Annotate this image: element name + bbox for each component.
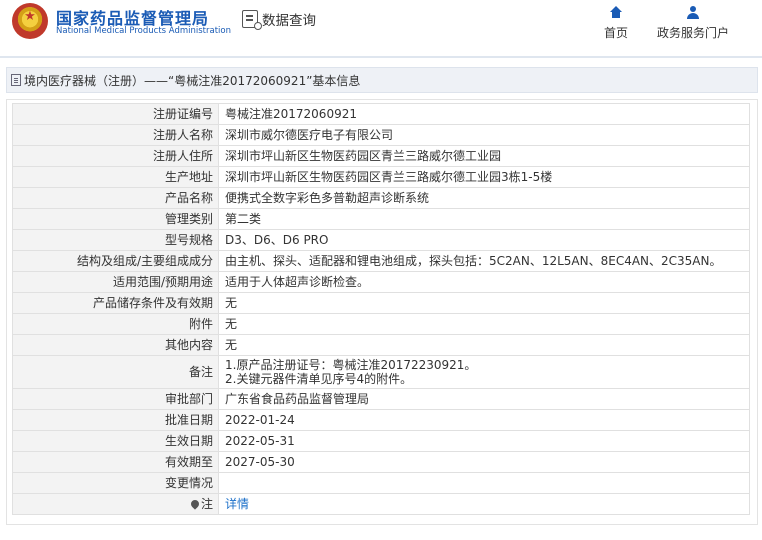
row-label: 结构及组成/主要组成成分: [12, 250, 219, 272]
row-label: 注册人住所: [12, 145, 219, 167]
row-value: 无: [218, 292, 750, 314]
remark-line-2: 2.关键元器件清单见序号4的附件。: [225, 372, 413, 386]
row-value: 由主机、探头、适配器和锂电池组成，探头包括：5C2AN、12L5AN、8EC4A…: [218, 250, 750, 272]
nav-home-label: 首页: [604, 26, 629, 40]
table-row: 产品名称 便携式全数字彩色多普勒超声诊断系统: [12, 187, 750, 209]
data-query-icon: [242, 10, 262, 30]
nav-home[interactable]: 首页: [604, 6, 628, 41]
detail-panel: 注册证编号 粤械注准20172060921 注册人名称 深圳市威尔德医疗电子有限公司…: [6, 99, 758, 525]
header-divider: [0, 56, 762, 58]
row-label: 审批部门: [12, 388, 219, 410]
detail-table: 注册证编号 粤械注准20172060921 注册人名称 深圳市威尔德医疗电子有限公司…: [12, 103, 750, 515]
row-label: 批准日期: [12, 409, 219, 431]
table-row: 型号规格 D3、D6、D6 PRO: [12, 229, 750, 251]
table-row: 其他内容无: [12, 334, 750, 356]
table-row: 产品储存条件及有效期无: [12, 292, 750, 314]
row-value: 2022-01-24: [218, 409, 750, 431]
document-icon: [11, 74, 21, 86]
note-label: 注: [12, 493, 219, 515]
row-value: 适用于人体超声诊断检查。: [218, 271, 750, 293]
row-label: 生产地址: [12, 166, 219, 188]
row-value: 粤械注准20172060921: [218, 103, 750, 125]
row-label: 产品名称: [12, 187, 219, 209]
table-row: 变更情况: [12, 472, 750, 494]
row-value: 无: [218, 334, 750, 356]
row-value: D3、D6、D6 PRO: [218, 229, 750, 251]
row-value: 深圳市坪山新区生物医药园区青兰三路威尔德工业园: [218, 145, 750, 167]
row-label: 产品储存条件及有效期: [12, 292, 219, 314]
table-row: 适用范围/预期用途 适用于人体超声诊断检查。: [12, 271, 750, 293]
pin-icon: [189, 498, 201, 510]
table-row: 生产地址 深圳市坪山新区生物医药园区青兰三路威尔德工业园3栋1-5楼: [12, 166, 750, 188]
table-row: 生效日期 2022-05-31: [12, 430, 750, 452]
row-label: 注册人名称: [12, 124, 219, 146]
row-label: 型号规格: [12, 229, 219, 251]
national-emblem-logo: [12, 3, 48, 39]
row-label: 附件: [12, 313, 219, 335]
table-row: 备注 1.原产品注册证号：粤械注准20172230921。 2.关键元器件清单见序号…: [12, 355, 750, 389]
details-link[interactable]: 详情: [225, 497, 249, 511]
row-value: 深圳市坪山新区生物医药园区青兰三路威尔德工业园3栋1-5楼: [218, 166, 750, 188]
row-value: 无: [218, 313, 750, 335]
table-row: 注册人住所 深圳市坪山新区生物医药园区青兰三路威尔德工业园: [12, 145, 750, 167]
row-label: 有效期至: [12, 451, 219, 473]
row-value: 2027-05-30: [218, 451, 750, 473]
detail-title-bar: 境内医疗器械（注册）——“粤械注准20172060921”基本信息: [6, 67, 758, 93]
row-value: 2022-05-31: [218, 430, 750, 452]
table-row: 批准日期 2022-01-24: [12, 409, 750, 431]
row-label: 备注: [12, 355, 219, 389]
row-value: 广东省食品药品监督管理局: [218, 388, 750, 410]
row-label: 其他内容: [12, 334, 219, 356]
user-icon: [686, 6, 700, 20]
table-row: 结构及组成/主要组成成分 由主机、探头、适配器和锂电池组成，探头包括：5C2AN、…: [12, 250, 750, 272]
detail-title: 境内医疗器械（注册）——“粤械注准20172060921”基本信息: [24, 73, 361, 88]
remark-line-1: 1.原产品注册证号：粤械注准20172230921。: [225, 358, 477, 372]
logo-title-en: National Medical Products Administration: [56, 26, 231, 36]
table-row: 审批部门 广东省食品药品监督管理局: [12, 388, 750, 410]
nav-gov-service-label: 政务服务门户: [657, 26, 730, 40]
site-header: 国家药品监督管理局 National Medical Products Admi…: [0, 0, 762, 50]
page-name-label: 数据查询: [262, 13, 316, 29]
note-label-text: 注: [200, 497, 213, 511]
table-row: 管理类别 第二类: [12, 208, 750, 230]
table-row: 附件无: [12, 313, 750, 335]
row-label: 管理类别: [12, 208, 219, 230]
row-value: 详情: [218, 493, 750, 515]
row-label: 生效日期: [12, 430, 219, 452]
nav-gov-service[interactable]: 政务服务门户: [657, 6, 729, 41]
row-value: [218, 472, 750, 494]
table-row: 注册人名称 深圳市威尔德医疗电子有限公司: [12, 124, 750, 146]
row-value: 1.原产品注册证号：粤械注准20172230921。 2.关键元器件清单见序号4的…: [218, 355, 750, 389]
row-label: 变更情况: [12, 472, 219, 494]
page-name: 数据查询: [242, 8, 316, 30]
row-value: 便携式全数字彩色多普勒超声诊断系统: [218, 187, 750, 209]
row-label: 注册证编号: [12, 103, 219, 125]
table-row: 注册证编号 粤械注准20172060921: [12, 103, 750, 125]
table-row: 有效期至 2027-05-30: [12, 451, 750, 473]
home-icon: [609, 6, 623, 20]
row-value: 深圳市威尔德医疗电子有限公司: [218, 124, 750, 146]
table-row: 注详情: [12, 493, 750, 515]
row-label: 适用范围/预期用途: [12, 271, 219, 293]
row-value: 第二类: [218, 208, 750, 230]
